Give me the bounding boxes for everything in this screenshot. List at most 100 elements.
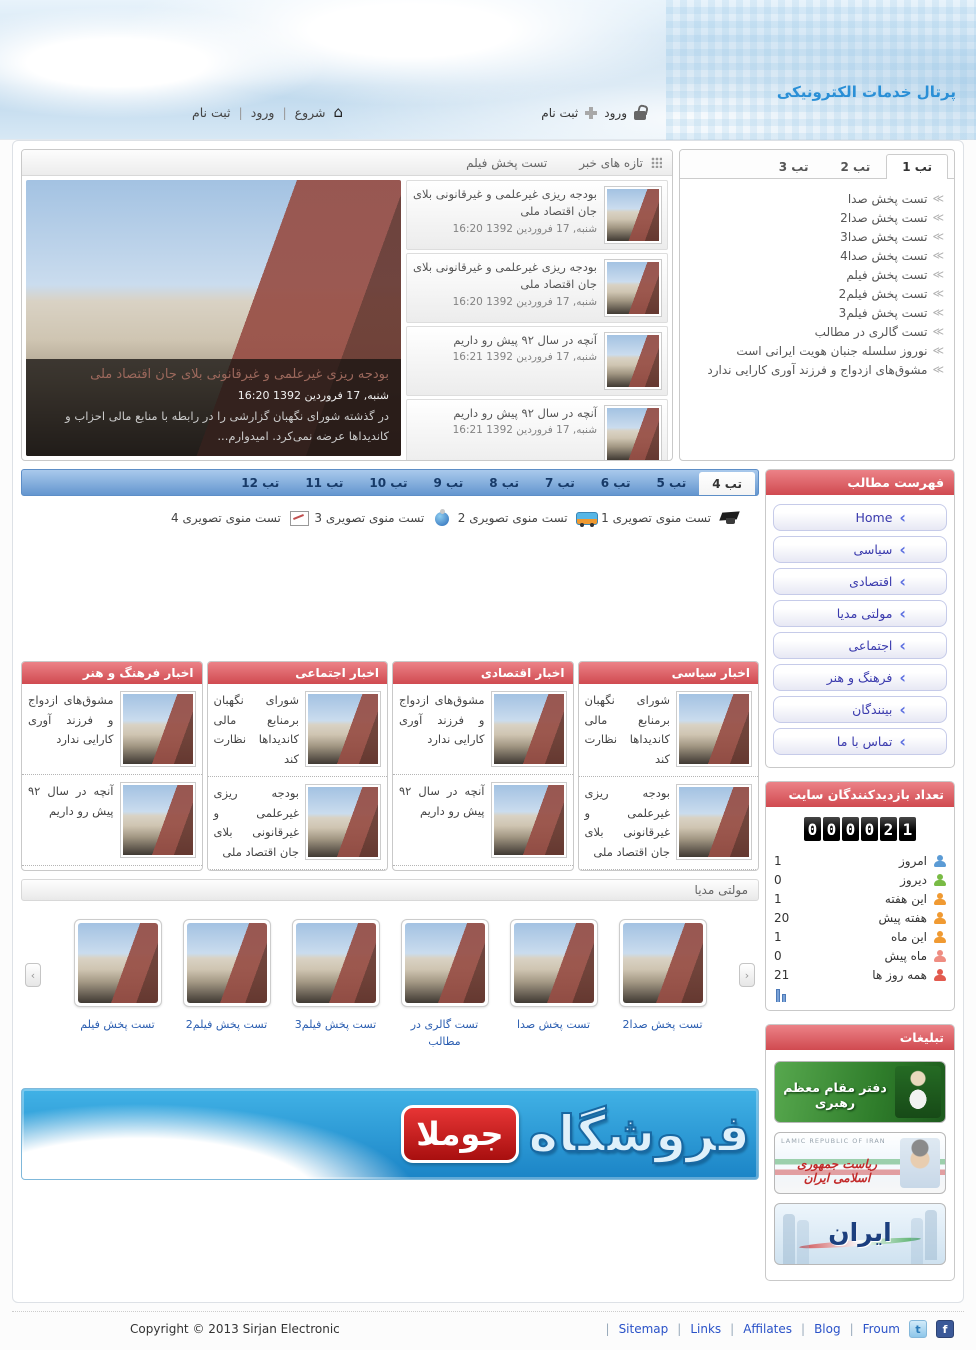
ad-banner[interactable]: دفتر مقام معظم رهبری <box>774 1061 946 1123</box>
news-box-item-text[interactable]: مشوق‌های ازدواج و فرزند آوری کارایی ندار… <box>28 691 114 767</box>
menu-pill[interactable]: سیاسی <box>773 536 947 563</box>
media-thumbnail[interactable]: تست پخش صدا <box>508 919 600 1050</box>
side-link[interactable]: نوروز سلسله جنبان هویت ایرانی است <box>736 344 927 358</box>
nav-register-link[interactable]: ثبت نام <box>192 105 231 120</box>
news-box-item-text[interactable]: شورای نگهبان برمنابع مالی کاندیداها نظار… <box>585 691 671 769</box>
nav-home-link[interactable]: شروع <box>295 105 326 120</box>
slide-title[interactable]: بودجه ریزی غیرعلمی و غیرقانونی بلای جان … <box>38 367 389 382</box>
menu-pill[interactable]: اجتماعی <box>773 632 947 659</box>
main-tab[interactable]: تب 10 <box>356 470 420 495</box>
media-thumbnail[interactable]: تست پخش فیلم2 <box>181 919 273 1050</box>
news-box-item[interactable]: شورای نگهبان برمنابع مالی کاندیداها نظار… <box>208 684 388 777</box>
twitter-icon[interactable]: t <box>909 1320 927 1338</box>
news-box-image <box>679 787 749 857</box>
side-link[interactable]: تست پخش صدا <box>848 192 928 206</box>
bar-chart-icon[interactable] <box>776 989 786 1002</box>
media-caption[interactable]: تست پخش فیلم2 <box>181 1017 273 1034</box>
media-thumbnail[interactable]: تست گالری در مطالب <box>399 919 491 1050</box>
menu-pill[interactable]: تماس با ما <box>773 728 947 755</box>
side-tab[interactable]: تب 2 <box>825 154 887 179</box>
side-link[interactable]: تست گالری در مطالب <box>815 325 928 339</box>
news-box-item-text[interactable]: آنچه در سال ۹۲ پیش رو داریم <box>28 782 114 858</box>
media-caption[interactable]: تست پخش فیلم <box>72 1017 164 1034</box>
menu-pill[interactable]: اقتصادی <box>773 568 947 595</box>
media-thumbnail[interactable]: تست پخش صدا2 <box>617 919 709 1050</box>
media-caption[interactable]: تست گالری در مطالب <box>399 1017 491 1050</box>
side-link[interactable]: تست پخش صدا3 <box>840 230 927 244</box>
news-list-item[interactable]: آنچه در سال ۹۲ پیش رو داریم شنبه, 17 فرو… <box>406 399 668 461</box>
news-box-title: اخبار اقتصادی <box>393 662 573 684</box>
news-item-title[interactable]: بودجه ریزی غیرعلمی و غیرقانونی بلای جان … <box>412 259 597 294</box>
register-link[interactable]: ثبت نام <box>541 106 578 120</box>
news-box-item[interactable]: مشوق‌های ازدواج و فرزند آوری کارایی ندار… <box>393 684 573 775</box>
news-box-item[interactable]: آنچه در سال ۹۲ پیش رو داریم <box>393 775 573 866</box>
image-menu-item[interactable]: تست منوی تصویری 1 <box>601 509 743 527</box>
news-item-title[interactable]: آنچه در سال ۹۲ پیش رو داریم <box>453 405 597 422</box>
main-tab[interactable]: تب 9 <box>421 470 477 495</box>
side-link[interactable]: تست پخش فیلم <box>846 268 927 282</box>
main-tab[interactable]: تب 11 <box>292 470 356 495</box>
media-caption[interactable]: تست پخش فیلم3 <box>290 1017 382 1034</box>
triple-chevron-icon <box>932 231 944 242</box>
side-link[interactable]: تست پخش صدا2 <box>840 211 927 225</box>
news-box-item[interactable]: بودجه ریزی غیرعلمی و غیرقانونی بلای جان … <box>579 777 759 870</box>
news-list-item[interactable]: بودجه ریزی غیرعلمی و غیرقانونی بلای جان … <box>406 180 668 250</box>
chevron-left-icon <box>899 702 906 718</box>
main-tab[interactable]: تب 12 <box>228 470 292 495</box>
main-tab[interactable]: تب 4 <box>699 472 755 495</box>
multimedia-module: مولتی مدیا تست پخش صدا2 <box>21 879 759 1056</box>
side-link[interactable]: تست پخش فیلم3 <box>839 306 928 320</box>
news-list-item[interactable]: بودجه ریزی غیرعلمی و غیرقانونی بلای جان … <box>406 253 668 323</box>
menu-pill[interactable]: Home <box>773 504 947 531</box>
side-link[interactable]: تست پخش صدا4 <box>840 249 927 263</box>
facebook-icon[interactable]: f <box>936 1320 954 1338</box>
side-link[interactable]: مشوق‌های ازدواج و فرزند آوری کارایی ندار… <box>707 363 927 377</box>
news-list-item[interactable]: آنچه در سال ۹۲ پیش رو داریم شنبه, 17 فرو… <box>406 326 668 396</box>
news-box-item-text[interactable]: شورای نگهبان برمنابع مالی کاندیداها نظار… <box>214 691 300 769</box>
footer-link[interactable]: Affilates <box>743 1322 792 1336</box>
ad-banner[interactable]: LAMIC REPUBLIC OF IRAN ریاست جمهوری اسلا… <box>774 1132 946 1194</box>
tab-latest-news[interactable]: تازه های خبر <box>579 156 643 170</box>
carousel-next-button[interactable] <box>739 963 755 987</box>
nav-login-link[interactable]: ورود <box>251 105 275 120</box>
menu-pill[interactable]: بینندگان <box>773 696 947 723</box>
news-box-item[interactable]: شورای نگهبان برمنابع مالی کاندیداها نظار… <box>579 684 759 777</box>
side-tab[interactable]: تب 3 <box>763 154 825 179</box>
news-item-title[interactable]: آنچه در سال ۹۲ پیش رو داریم <box>453 332 597 349</box>
news-box-item[interactable]: بودجه ریزی غیرعلمی و غیرقانونی بلای جان … <box>208 777 388 870</box>
media-thumbnail[interactable]: تست پخش فیلم3 <box>290 919 382 1050</box>
news-box-item[interactable]: مشوق‌های ازدواج و فرزند آوری کارایی ندار… <box>22 684 202 775</box>
news-box-item-text[interactable]: بودجه ریزی غیرعلمی و غیرقانونی بلای جان … <box>585 784 671 862</box>
slideshow[interactable]: بودجه ریزی غیرعلمی و غیرقانونی بلای جان … <box>26 180 401 456</box>
news-box-item-text[interactable]: مشوق‌های ازدواج و فرزند آوری کارایی ندار… <box>399 691 485 767</box>
main-tab[interactable]: تب 8 <box>476 470 532 495</box>
joomla-shop-banner[interactable]: فروشگاه جوملا <box>21 1088 759 1180</box>
media-caption[interactable]: تست پخش صدا2 <box>617 1017 709 1034</box>
side-tab[interactable]: تب 1 <box>886 154 948 179</box>
main-tab[interactable]: تب 5 <box>644 470 700 495</box>
footer-link[interactable]: Links <box>690 1322 721 1336</box>
main-tab[interactable]: تب 6 <box>588 470 644 495</box>
tab-video-test[interactable]: تست پخش فیلم <box>466 156 547 170</box>
carousel-prev-button[interactable] <box>25 963 41 987</box>
ad-banner[interactable]: ایران <box>774 1203 946 1265</box>
news-box-item-text[interactable]: آنچه در سال ۹۲ پیش رو داریم <box>399 782 485 858</box>
menu-pill[interactable]: فرهنگ و هنر <box>773 664 947 691</box>
news-box-item-text[interactable]: بودجه ریزی غیرعلمی و غیرقانونی بلای جان … <box>214 784 300 862</box>
news-item-title[interactable]: بودجه ریزی غیرعلمی و غیرقانونی بلای جان … <box>412 186 597 221</box>
menu-pill[interactable]: مولتی مدیا <box>773 600 947 627</box>
image-menu-item[interactable]: تست منوی تصویری 3 <box>314 509 456 527</box>
media-caption[interactable]: تست پخش صدا <box>508 1017 600 1034</box>
login-link[interactable]: ورود <box>604 106 627 120</box>
footer-link[interactable]: Blog <box>814 1322 841 1336</box>
media-thumbnail[interactable]: تست پخش فیلم <box>72 919 164 1050</box>
media-image <box>78 923 158 1003</box>
image-menu-item[interactable]: تست منوی تصویری 2 <box>458 509 600 527</box>
footer-link[interactable]: Froum <box>863 1322 900 1336</box>
news-box-item[interactable]: آنچه در سال ۹۲ پیش رو داریم <box>22 775 202 866</box>
side-link[interactable]: تست پخش فیلم2 <box>839 287 928 301</box>
footer-link[interactable]: Sitemap <box>619 1322 669 1336</box>
main-tab[interactable]: تب 7 <box>532 470 588 495</box>
image-menu-item[interactable]: تست منوی تصویری 4 <box>171 509 313 527</box>
side-tabstrip: تب 1 تب 2 تب 3 <box>680 150 954 179</box>
